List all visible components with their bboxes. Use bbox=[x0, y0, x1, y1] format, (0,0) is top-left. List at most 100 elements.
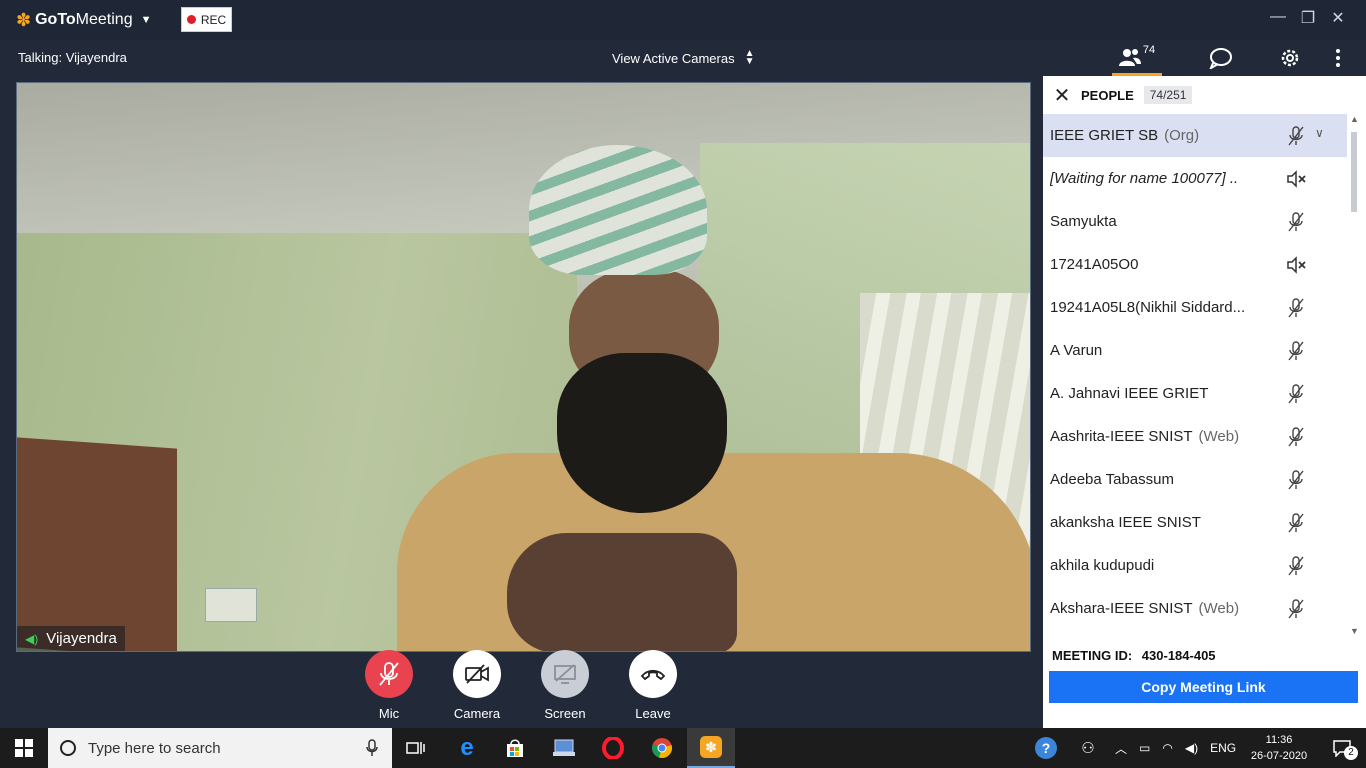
leave-button[interactable]: Leave bbox=[623, 650, 683, 721]
gotomeeting-window: ✽ GoTo Meeting ▼ REC — ❐ ✕ Talking: Vijay… bbox=[0, 0, 1366, 728]
edge-icon: e bbox=[460, 734, 474, 761]
taskbar-app[interactable] bbox=[540, 728, 588, 768]
more-vertical-icon bbox=[1336, 49, 1340, 67]
people-tray[interactable]: ⚇ bbox=[1064, 728, 1112, 768]
copy-meeting-link-button[interactable]: Copy Meeting Link bbox=[1049, 671, 1358, 703]
chat-icon bbox=[1209, 48, 1232, 69]
speaker-beard bbox=[557, 353, 727, 513]
participant-row[interactable]: 17241A05O0 bbox=[1043, 243, 1347, 286]
participant-row[interactable]: A Varun bbox=[1043, 329, 1347, 372]
speaker-muted-icon[interactable] bbox=[1286, 255, 1306, 275]
mic-muted-icon[interactable] bbox=[1286, 341, 1306, 361]
participant-tag: (Org) bbox=[1164, 127, 1200, 144]
participant-name-text: IEEE GRIET SB bbox=[1050, 127, 1159, 144]
mic-muted-icon[interactable] bbox=[1286, 556, 1306, 576]
taskbar-opera[interactable] bbox=[589, 728, 637, 768]
participant-row[interactable]: [Waiting for name 100077] .. bbox=[1043, 157, 1347, 200]
brand-prefix: GoTo bbox=[35, 11, 76, 28]
participant-name: akhila kudupudi bbox=[1050, 557, 1280, 574]
scrollbar-thumb[interactable] bbox=[1351, 132, 1357, 212]
mic-muted-icon[interactable] bbox=[1286, 298, 1306, 318]
participant-row[interactable]: IEEE GRIET SB (Org) ∨ bbox=[1043, 114, 1347, 157]
brand-suffix: Meeting bbox=[75, 11, 133, 28]
participant-row[interactable]: Akshara-IEEE SNIST (Web) bbox=[1043, 587, 1347, 630]
task-view-button[interactable] bbox=[392, 728, 440, 768]
participant-name: A Varun bbox=[1050, 342, 1280, 359]
volume-icon[interactable]: ◀) bbox=[1185, 741, 1198, 755]
camera-button[interactable]: Camera bbox=[447, 650, 507, 721]
mic-muted-icon[interactable] bbox=[1286, 599, 1306, 619]
battery-icon[interactable]: ▭ bbox=[1139, 741, 1150, 755]
taskbar-search[interactable]: Type here to search bbox=[48, 728, 392, 768]
participant-list[interactable]: IEEE GRIET SB (Org) ∨ [Waiting for name 100… bbox=[1043, 114, 1347, 644]
mic-muted-icon[interactable] bbox=[1286, 513, 1306, 533]
participant-name: Akshara-IEEE SNIST (Web) bbox=[1050, 600, 1280, 617]
speaker-hand bbox=[507, 533, 737, 651]
gear-icon bbox=[1281, 49, 1299, 67]
active-speaker-video[interactable]: ◀) Vijayendra bbox=[16, 82, 1031, 652]
speaker-volume-icon: ◀) bbox=[25, 631, 39, 646]
chevron-up-icon[interactable]: ︿ bbox=[1115, 740, 1127, 757]
chevron-down-icon[interactable]: ∨ bbox=[1315, 126, 1324, 140]
talking-indicator: Talking: Vijayendra bbox=[18, 50, 127, 65]
meeting-toolbar: Talking: Vijayendra View Active Cameras … bbox=[0, 40, 1366, 76]
language-indicator[interactable]: ENG bbox=[1210, 741, 1236, 755]
participant-name: IEEE GRIET SB (Org) bbox=[1050, 127, 1280, 144]
participant-row[interactable]: akhila kudupudi bbox=[1043, 544, 1347, 587]
speaker-name-label: ◀) Vijayendra bbox=[17, 626, 125, 651]
meeting-id-value: 430-184-405 bbox=[1141, 648, 1216, 663]
participant-list-scrollbar[interactable]: ▲ ▼ bbox=[1347, 114, 1361, 644]
mic-muted-icon bbox=[379, 662, 399, 686]
mic-muted-icon[interactable] bbox=[1286, 427, 1306, 447]
laptop-app-icon bbox=[553, 739, 575, 756]
app-menu[interactable]: ✽ GoTo Meeting ▼ bbox=[16, 10, 151, 31]
people-tab[interactable]: 74 bbox=[1112, 40, 1162, 76]
mic-muted-icon[interactable] bbox=[1286, 126, 1306, 146]
system-tray: ︿ ▭ ◠ ◀) ENG bbox=[1115, 728, 1236, 768]
participant-name: akanksha IEEE SNIST bbox=[1050, 514, 1280, 531]
taskbar-clock[interactable]: 11:36 26-07-2020 bbox=[1246, 732, 1312, 764]
restore-button[interactable]: ❐ bbox=[1296, 8, 1320, 28]
settings-button[interactable] bbox=[1276, 40, 1304, 76]
meeting-id: MEETING ID: 430-184-405 bbox=[1052, 648, 1216, 663]
taskbar-chrome[interactable] bbox=[638, 728, 686, 768]
scroll-down-icon[interactable]: ▼ bbox=[1350, 626, 1359, 636]
chat-tab[interactable] bbox=[1205, 40, 1237, 76]
wifi-icon[interactable]: ◠ bbox=[1162, 741, 1172, 755]
notification-center-button[interactable]: 2 bbox=[1318, 728, 1366, 768]
participant-row[interactable]: A. Jahnavi IEEE GRIET bbox=[1043, 372, 1347, 415]
participant-row[interactable]: 19241A05L8(Nikhil Siddard... bbox=[1043, 286, 1347, 329]
mic-muted-icon[interactable] bbox=[1286, 212, 1306, 232]
close-panel-icon[interactable]: ✕ bbox=[1051, 83, 1073, 108]
taskbar-gotomeeting[interactable]: ✽ bbox=[687, 728, 735, 768]
close-button[interactable]: ✕ bbox=[1326, 8, 1350, 28]
more-menu-button[interactable] bbox=[1328, 40, 1348, 76]
microphone-icon[interactable] bbox=[366, 739, 378, 757]
rec-indicator[interactable]: REC bbox=[181, 7, 232, 32]
cortana-icon bbox=[60, 740, 76, 756]
windows-logo-icon bbox=[15, 739, 33, 757]
participant-row[interactable]: Aashrita-IEEE SNIST (Web) bbox=[1043, 415, 1347, 458]
mic-button[interactable]: Mic bbox=[359, 650, 419, 721]
minimize-button[interactable]: — bbox=[1266, 8, 1290, 26]
gotomeeting-taskbar-icon: ✽ bbox=[700, 736, 722, 758]
participant-row[interactable]: Samyukta bbox=[1043, 200, 1347, 243]
help-tray[interactable]: ? bbox=[1022, 728, 1070, 768]
view-active-cameras-dropdown[interactable]: View Active Cameras ▲ ▼ bbox=[612, 49, 755, 67]
taskbar-store[interactable] bbox=[491, 728, 539, 768]
mic-muted-icon[interactable] bbox=[1286, 470, 1306, 490]
participant-name: 17241A05O0 bbox=[1050, 256, 1280, 273]
screen-share-button[interactable]: Screen bbox=[535, 650, 595, 721]
participant-name: 19241A05L8(Nikhil Siddard... bbox=[1050, 299, 1280, 316]
scroll-up-icon[interactable]: ▲ bbox=[1350, 114, 1359, 124]
participant-row[interactable]: akanksha IEEE SNIST bbox=[1043, 501, 1347, 544]
screen-label: Screen bbox=[544, 706, 586, 721]
speaker-name: Vijayendra bbox=[46, 630, 117, 647]
participant-name-text: Akshara-IEEE SNIST bbox=[1050, 600, 1193, 617]
start-button[interactable] bbox=[0, 728, 48, 768]
leave-button-circle bbox=[629, 650, 677, 698]
speaker-muted-icon[interactable] bbox=[1286, 169, 1306, 189]
mic-muted-icon[interactable] bbox=[1286, 384, 1306, 404]
taskbar-edge[interactable]: e bbox=[443, 728, 491, 768]
participant-row[interactable]: Adeeba Tabassum bbox=[1043, 458, 1347, 501]
